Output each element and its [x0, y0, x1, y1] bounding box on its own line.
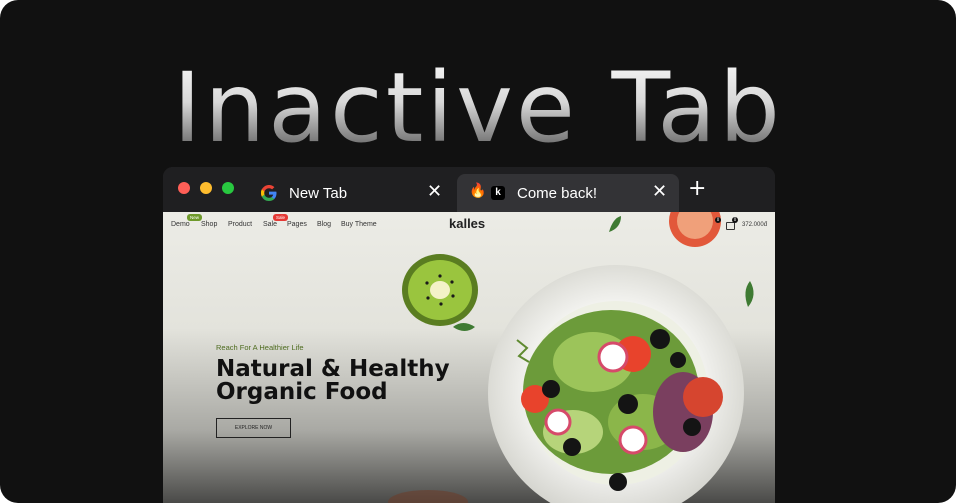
webpage-viewport: Demo New Shop Product Sale Sale Pages Bl… [163, 212, 775, 503]
close-icon[interactable]: ✕ [652, 181, 667, 203]
nav-pages[interactable]: Pages [287, 221, 307, 228]
promo-card: Inactive Tab New Tab ✕ 🔥 k Come back! ✕ … [0, 0, 956, 503]
browser-window: New Tab ✕ 🔥 k Come back! ✕ + Demo New Sh… [163, 167, 775, 503]
tab-come-back[interactable]: 🔥 k Come back! ✕ [457, 174, 679, 212]
hero-headline-line1: Natural & Healthy [216, 356, 450, 382]
close-icon[interactable]: ✕ [427, 181, 442, 203]
hero-title: Inactive Tab [0, 48, 956, 168]
nav-demo[interactable]: Demo [171, 221, 190, 228]
cart-icon[interactable] [726, 222, 735, 230]
nav-product[interactable]: Product [228, 221, 252, 228]
tab-new-tab[interactable]: New Tab ✕ [251, 174, 451, 212]
close-window-button[interactable] [178, 182, 190, 194]
explore-now-button[interactable]: EXPLORE NOW [216, 418, 291, 438]
cart-count: 0 [732, 217, 738, 223]
hero-eyebrow: Reach For A Healthier Life [216, 343, 304, 352]
tab-bar: New Tab ✕ 🔥 k Come back! ✕ + [163, 167, 775, 212]
hero-headline: Natural & Healthy Organic Food [216, 358, 450, 404]
nav-shop[interactable]: Shop [201, 221, 217, 228]
badge-sale: Sale [273, 214, 289, 221]
nav-sale[interactable]: Sale [263, 221, 277, 228]
tab-label-new-tab: New Tab [289, 185, 348, 202]
minimize-window-button[interactable] [200, 182, 212, 194]
fire-icon: 🔥 [469, 183, 487, 199]
wishlist-count: 0 [715, 217, 721, 223]
site-logo[interactable]: kalles [449, 216, 485, 231]
hero-headline-line2: Organic Food [216, 379, 388, 405]
kalles-favicon: k [491, 186, 505, 200]
nav-blog[interactable]: Blog [317, 221, 331, 228]
tab-label-come-back: Come back! [517, 185, 598, 202]
maximize-window-button[interactable] [222, 182, 234, 194]
nav-buy-theme[interactable]: Buy Theme [341, 221, 377, 228]
badge-new: New [187, 214, 203, 221]
new-tab-button[interactable]: + [688, 176, 706, 202]
cart-price: 372.000đ [742, 222, 768, 228]
google-icon [261, 185, 277, 201]
